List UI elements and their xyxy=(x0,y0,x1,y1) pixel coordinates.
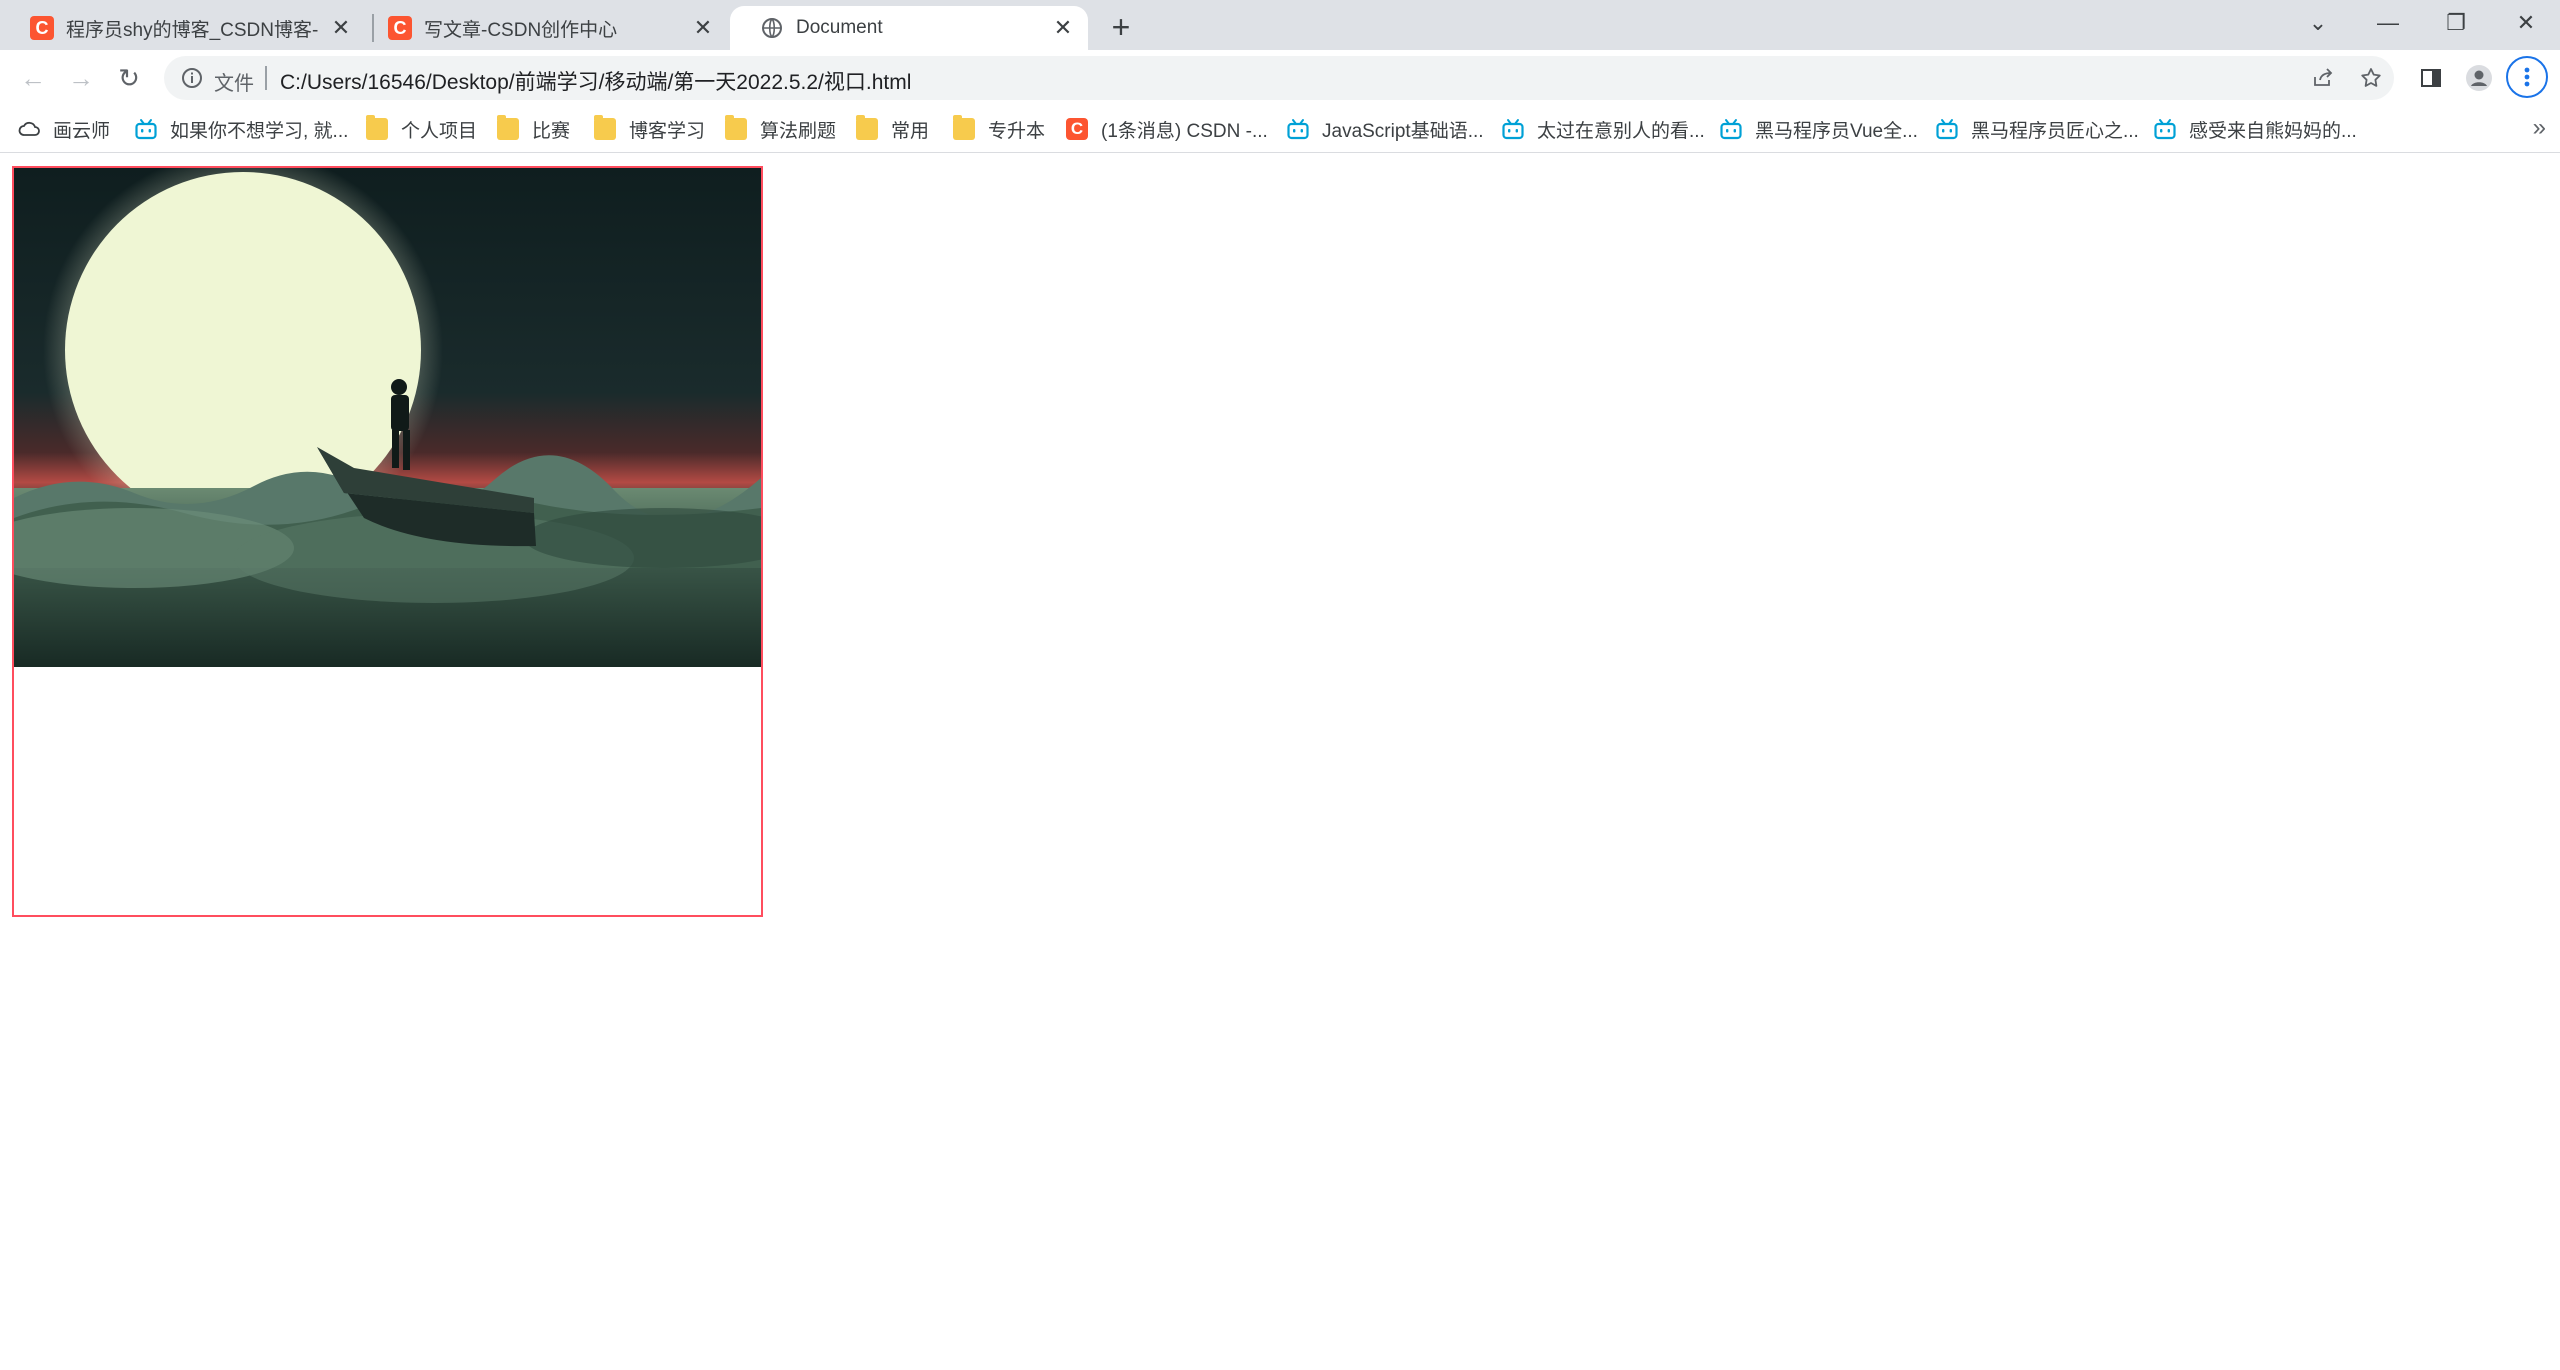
close-icon[interactable]: ✕ xyxy=(328,15,354,41)
bookmark-label: 画云师 xyxy=(53,120,111,142)
bookmark-item[interactable]: 如果你不想学习, 就... xyxy=(135,114,348,144)
bookmark-item[interactable]: 黑马程序员匠心之... xyxy=(1936,114,2139,144)
bilibili-icon xyxy=(2154,118,2176,140)
close-icon[interactable]: ✕ xyxy=(690,15,716,41)
bookmark-item[interactable]: 太过在意别人的看... xyxy=(1502,114,1705,144)
viewport-demo-box xyxy=(12,166,763,917)
menu-icon[interactable] xyxy=(2506,56,2548,98)
csdn-icon: C xyxy=(30,16,54,40)
globe-icon xyxy=(760,16,784,40)
browser-toolbar: ← → ↻ 文件 C:/Users/16546/Desktop/前端学习/移动端… xyxy=(0,50,2560,106)
bookmark-folder[interactable]: 博客学习 xyxy=(594,114,705,144)
security-label: 文件 xyxy=(214,73,254,95)
back-button[interactable]: ← xyxy=(14,59,52,97)
tab-csdn-blog[interactable]: C 程序员shy的博客_CSDN博客-《 ✕ xyxy=(0,6,366,50)
tab-csdn-editor[interactable]: C 写文章-CSDN创作中心 ✕ xyxy=(358,6,728,50)
folder-icon xyxy=(497,115,519,140)
csdn-icon: C xyxy=(388,16,412,40)
bookmark-item[interactable]: C (1条消息) CSDN -... xyxy=(1066,114,1268,144)
bookmark-folder[interactable]: 常用 xyxy=(856,114,929,144)
bilibili-icon xyxy=(135,118,157,140)
bookmark-label: 黑马程序员匠心之... xyxy=(1971,120,2139,142)
bookmark-label: 个人项目 xyxy=(401,120,478,142)
bookmarks-overflow-button[interactable]: » xyxy=(2533,114,2546,142)
bookmark-item[interactable]: 黑马程序员Vue全... xyxy=(1720,114,1918,144)
bookmark-folder[interactable]: 个人项目 xyxy=(366,114,477,144)
bookmark-item[interactable]: 感受来自熊妈妈的... xyxy=(2154,114,2357,144)
folder-icon xyxy=(594,115,616,140)
tab-search-icon[interactable]: ⌄ xyxy=(2298,6,2338,40)
bookmark-label: 太过在意别人的看... xyxy=(1537,120,1705,142)
window-close-button[interactable]: ✕ xyxy=(2506,6,2546,40)
bookmark-item[interactable]: 画云师 xyxy=(18,114,110,144)
bookmark-label: 算法刷题 xyxy=(760,120,837,142)
bookmark-item[interactable]: JavaScript基础语... xyxy=(1287,114,1484,144)
bookmarks-bar: 画云师 如果你不想学习, 就... 个人项目 比赛 博客学习 算法刷题 常用 专… xyxy=(0,106,2560,153)
tab-title: 写文章-CSDN创作中心 xyxy=(424,19,618,41)
bookmark-folder[interactable]: 比赛 xyxy=(497,114,570,144)
tab-title: 程序员shy的博客_CSDN博客-《 xyxy=(66,19,328,41)
bilibili-icon xyxy=(1502,118,1524,140)
bookmark-folder[interactable]: 算法刷题 xyxy=(725,114,836,144)
share-icon[interactable] xyxy=(2308,63,2338,93)
side-panel-icon[interactable] xyxy=(2412,59,2450,97)
bookmark-label: 常用 xyxy=(891,120,930,142)
omnibox-divider xyxy=(265,66,267,90)
restore-button[interactable]: ❐ xyxy=(2436,6,2476,40)
bookmark-label: 如果你不想学习, 就... xyxy=(170,120,349,142)
url-text[interactable]: C:/Users/16546/Desktop/前端学习/移动端/第一天2022.… xyxy=(280,66,911,96)
bilibili-icon xyxy=(1936,118,1958,140)
bookmark-label: 专升本 xyxy=(988,120,1046,142)
tab-title: Document xyxy=(796,17,883,38)
bilibili-icon xyxy=(1287,118,1309,140)
bookmark-label: (1条消息) CSDN -... xyxy=(1101,120,1268,142)
new-tab-button[interactable]: + xyxy=(1104,9,1138,45)
folder-icon xyxy=(953,115,975,140)
forward-button[interactable]: → xyxy=(62,59,100,97)
bilibili-icon xyxy=(1720,118,1742,140)
bookmark-star-icon[interactable] xyxy=(2356,63,2386,93)
tab-document[interactable]: Document ✕ xyxy=(730,6,1088,50)
cloud-icon xyxy=(18,118,40,140)
profile-avatar-icon[interactable] xyxy=(2460,59,2498,97)
tab-strip: C 程序员shy的博客_CSDN博客-《 ✕ C 写文章-CSDN创作中心 ✕ … xyxy=(0,0,2560,50)
bookmark-folder[interactable]: 专升本 xyxy=(953,114,1045,144)
close-icon[interactable]: ✕ xyxy=(1050,15,1076,41)
minimize-button[interactable]: — xyxy=(2368,6,2408,40)
bookmark-label: 博客学习 xyxy=(629,120,706,142)
folder-icon xyxy=(856,115,878,140)
csdn-icon: C xyxy=(1066,118,1088,140)
bookmark-label: 黑马程序员Vue全... xyxy=(1755,120,1918,142)
folder-icon xyxy=(366,115,388,140)
bookmark-label: 感受来自熊妈妈的... xyxy=(2189,120,2357,142)
reload-button[interactable]: ↻ xyxy=(110,59,148,97)
moon-boat-image xyxy=(14,168,761,667)
address-bar[interactable]: 文件 C:/Users/16546/Desktop/前端学习/移动端/第一天20… xyxy=(164,56,2394,100)
bookmark-label: JavaScript基础语... xyxy=(1322,120,1484,142)
folder-icon xyxy=(725,115,747,140)
info-icon[interactable] xyxy=(180,66,204,90)
bookmark-label: 比赛 xyxy=(532,120,571,142)
